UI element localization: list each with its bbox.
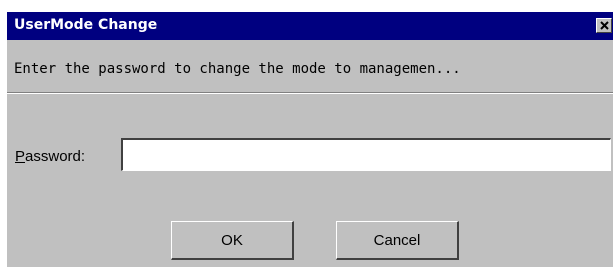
- cancel-button[interactable]: Cancel: [336, 221, 459, 260]
- close-button[interactable]: [596, 18, 612, 33]
- password-input[interactable]: [121, 138, 611, 171]
- password-label: Password:: [15, 148, 85, 165]
- password-label-rest: assword:: [25, 148, 86, 165]
- separator: [7, 92, 613, 94]
- ok-button[interactable]: OK: [171, 221, 294, 260]
- close-icon: [600, 21, 609, 30]
- instruction-message: Enter the password to change the mode to…: [14, 61, 461, 77]
- usermode-change-dialog: UserMode Change Enter the password to ch…: [6, 12, 613, 267]
- window-title: UserMode Change: [14, 17, 158, 33]
- password-label-mnemonic: P: [15, 148, 26, 165]
- title-bar[interactable]: UserMode Change: [7, 12, 613, 40]
